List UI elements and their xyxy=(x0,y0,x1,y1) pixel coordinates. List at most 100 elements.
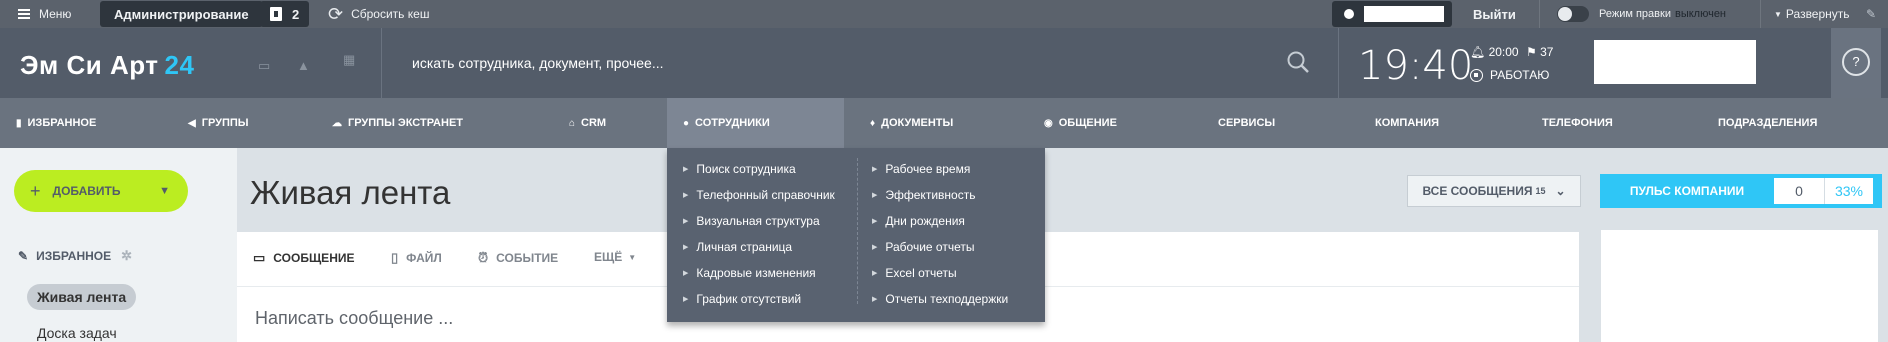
dropdown-divider xyxy=(857,158,858,304)
clock[interactable]: 19:40 xyxy=(1358,43,1473,89)
sidebar-item-task-board[interactable]: Доска задач xyxy=(37,325,117,341)
nav-item-employees[interactable]: ● СОТРУДНИКИ xyxy=(667,98,844,148)
menu-item-label: Кадровые изменения xyxy=(696,266,816,280)
alarm-time[interactable]: 🔔︎ 20:00 xyxy=(1470,45,1519,59)
compose-input[interactable]: Написать сообщение ... xyxy=(255,308,453,329)
chevron-right-icon: ▶ xyxy=(683,296,689,303)
menu-item-work-time[interactable]: ▶ Рабочее время xyxy=(872,156,1008,182)
brand-logo[interactable]: Эм Си Арт 24 xyxy=(20,50,194,81)
menu-button[interactable]: Меню xyxy=(18,0,71,28)
menu-item-phone-directory[interactable]: ▶ Телефонный справочник xyxy=(683,182,835,208)
nav-item-crm[interactable]: ⌂ CRM xyxy=(569,98,606,148)
chevron-right-icon: ▶ xyxy=(872,166,878,173)
chat-icon: ◉ xyxy=(1044,117,1053,129)
edit-mode-state: выключен xyxy=(1674,8,1727,20)
chevron-down-icon: ▼ xyxy=(628,252,637,262)
work-status-label: РАБОТАЮ xyxy=(1490,68,1550,82)
task-count-value: 37 xyxy=(1540,45,1554,59)
chat-icon[interactable]: ▭ xyxy=(258,58,270,74)
message-filter-dropdown[interactable]: ВСЕ СООБЩЕНИЯ 15 ⌄ xyxy=(1407,175,1581,207)
pin-icon[interactable]: ✎ xyxy=(1866,0,1876,28)
logout-button[interactable]: Выйти xyxy=(1473,0,1516,28)
plus-icon: + xyxy=(30,180,41,201)
avatar[interactable] xyxy=(1594,40,1756,84)
bell-icon[interactable]: ▲ xyxy=(297,58,310,73)
reset-cache-label: Сбросить кеш xyxy=(351,7,430,21)
menu-item-absence-schedule[interactable]: ▶ График отсутствий xyxy=(683,286,835,312)
menu-item-label: Рабочее время xyxy=(885,162,971,176)
pencil-icon: ✎ xyxy=(18,249,29,263)
flag-icon: ⚑ xyxy=(1526,45,1537,59)
nav-item-documents[interactable]: ♦ ДОКУМЕНТЫ xyxy=(870,98,953,148)
filter-count: 15 xyxy=(1535,186,1546,196)
tab-more[interactable]: ЕЩЁ ▼ xyxy=(594,250,636,264)
file-icon: ▯ xyxy=(391,250,399,265)
stop-icon xyxy=(1470,68,1483,82)
message-icon: ▭ xyxy=(253,250,266,265)
search-input[interactable]: искать сотрудника, документ, прочее... xyxy=(412,55,664,71)
work-status[interactable]: РАБОТАЮ xyxy=(1470,68,1549,82)
menu-item-birthdays[interactable]: ▶ Дни рождения xyxy=(872,208,1008,234)
document-icon xyxy=(270,7,282,21)
nav-item-communication[interactable]: ◉ ОБЩЕНИЕ xyxy=(1044,98,1117,148)
tab-file[interactable]: ▯ ФАЙЛ xyxy=(391,250,442,266)
tab-label: ЕЩЁ xyxy=(594,250,623,264)
pulse-label: ПУЛЬС КОМПАНИИ xyxy=(1629,184,1745,198)
header: Эм Си Арт 24 ▭ ▲ ▦ искать сотрудника, док… xyxy=(0,28,1888,98)
nav-item-telephony[interactable]: ТЕЛЕФОНИЯ xyxy=(1542,98,1613,148)
nav-item-departments[interactable]: ПОДРАЗДЕЛЕНИЯ xyxy=(1718,98,1817,148)
bookmark-icon: ▮ xyxy=(16,117,22,129)
search-icon[interactable] xyxy=(1286,50,1310,74)
chevron-right-icon: ▶ xyxy=(872,244,878,251)
chevron-down-icon: ▼ xyxy=(1774,9,1782,19)
menu-item-excel-reports[interactable]: ▶ Excel отчеты xyxy=(872,260,1008,286)
grid-icon[interactable]: ▦ xyxy=(343,52,355,68)
dropdown-column-right: ▶ Рабочее время ▶ Эффективность ▶ Дни рожде… xyxy=(872,156,1008,312)
menu-item-visual-structure[interactable]: ▶ Визуальная структура xyxy=(683,208,835,234)
chevron-right-icon: ▶ xyxy=(683,244,689,251)
nav-item-groups[interactable]: ◀ ГРУППЫ xyxy=(188,98,249,148)
tab-label: СООБЩЕНИЕ xyxy=(273,251,355,265)
menu-item-hr-changes[interactable]: ▶ Кадровые изменения xyxy=(683,260,835,286)
menu-item-label: Excel отчеты xyxy=(885,266,957,280)
nav-item-extranet[interactable]: ☁ ГРУППЫ ЭКСТРАНЕТ xyxy=(332,98,463,148)
admin-button[interactable]: Администрирование xyxy=(100,1,263,27)
tab-event[interactable]: ⏰︎ СОБЫТИЕ xyxy=(478,250,558,266)
help-button[interactable]: ? xyxy=(1842,48,1870,76)
chevron-right-icon: ▶ xyxy=(683,270,689,277)
menu-item-label: Визуальная структура xyxy=(696,214,820,228)
gear-icon[interactable]: ✲ xyxy=(121,248,132,264)
nav-label: ГРУППЫ xyxy=(201,117,249,129)
edit-mode-toggle[interactable]: Режим правки выключен xyxy=(1557,0,1726,28)
divider xyxy=(1760,0,1761,28)
nav-label: СОТРУДНИКИ xyxy=(695,117,770,129)
menu-item-support-reports[interactable]: ▶ Отчеты техподдержки xyxy=(872,286,1008,312)
nav-item-company[interactable]: КОМПАНИЯ xyxy=(1375,98,1439,148)
user-menu[interactable] xyxy=(1332,1,1452,27)
menu-label: Меню xyxy=(39,7,72,21)
chevron-right-icon: ▶ xyxy=(683,192,689,199)
menu-item-personal-page[interactable]: ▶ Личная страница xyxy=(683,234,835,260)
nav-label: ОБЩЕНИЕ xyxy=(1058,117,1117,129)
notifications-button[interactable]: 2 xyxy=(260,1,310,27)
tab-message[interactable]: ▭ СООБЩЕНИЕ xyxy=(253,250,354,266)
dropdown-column-left: ▶ Поиск сотрудника ▶ Телефонный справочник… xyxy=(683,156,835,312)
nav-label: ГРУППЫ ЭКСТРАНЕТ xyxy=(348,117,464,129)
nav-item-favorites[interactable]: ▮ ИЗБРАННОЕ xyxy=(16,98,96,148)
menu-item-efficiency[interactable]: ▶ Эффективность xyxy=(872,182,1008,208)
menu-item-work-reports[interactable]: ▶ Рабочие отчеты xyxy=(872,234,1008,260)
top-navigation: ▮ ИЗБРАННОЕ ◀ ГРУППЫ ☁ ГРУППЫ ЭКСТРАНЕТ ⌂ CR… xyxy=(0,98,1888,148)
expand-button[interactable]: ▼ Развернуть xyxy=(1774,0,1850,28)
chevron-right-icon: ▶ xyxy=(683,166,689,173)
menu-item-employee-search[interactable]: ▶ Поиск сотрудника xyxy=(683,156,835,182)
alarm-time-value: 20:00 xyxy=(1488,45,1519,59)
right-panel-card xyxy=(1601,230,1878,342)
sidebar-item-live-feed[interactable]: Живая лента xyxy=(27,284,137,310)
tasks-count[interactable]: ⚑ 37 xyxy=(1526,45,1553,59)
tab-label: ФАЙЛ xyxy=(406,251,442,265)
company-pulse-widget[interactable]: ПУЛЬС КОМПАНИИ 0 33% xyxy=(1600,174,1882,208)
reset-cache-button[interactable]: ⟳ Сбросить кеш xyxy=(328,0,429,28)
nav-item-services[interactable]: СЕРВИСЫ xyxy=(1218,98,1275,148)
add-button[interactable]: + ДОБАВИТЬ ▼ xyxy=(14,170,188,212)
chevron-down-icon: ▼ xyxy=(159,185,170,197)
